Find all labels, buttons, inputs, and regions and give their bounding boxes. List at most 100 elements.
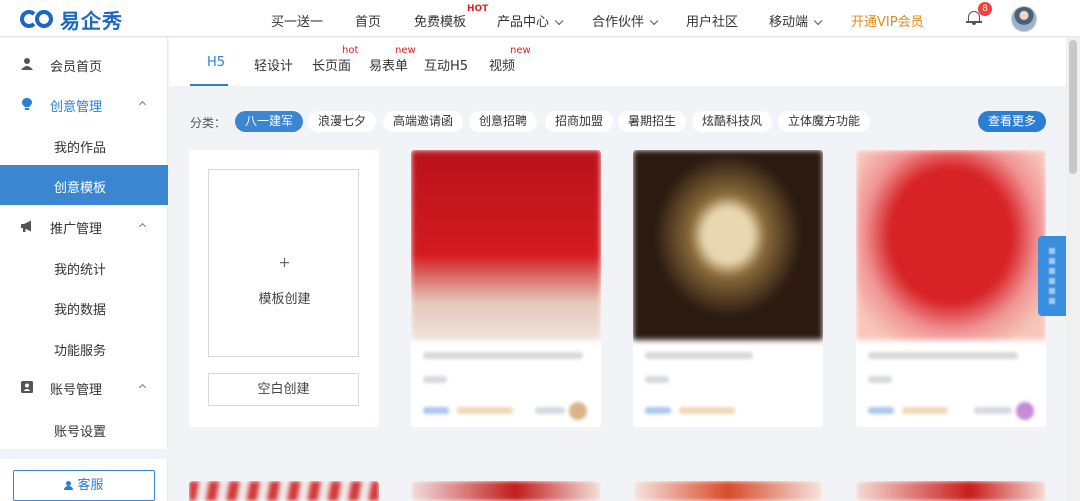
category-chip-cube[interactable]: 立体魔方功能 bbox=[778, 111, 871, 132]
template-card[interactable] bbox=[189, 481, 379, 501]
brand-name: 易企秀 bbox=[60, 8, 123, 33]
sidebar-item-label: 会员首页 bbox=[50, 60, 103, 75]
logo-icon bbox=[20, 8, 58, 30]
template-tag-blur bbox=[645, 407, 671, 414]
sidebar-item-my-data[interactable]: 我的数据 bbox=[0, 287, 168, 327]
category-chip-summer[interactable]: 暑期招生 bbox=[618, 111, 687, 132]
view-more-button[interactable]: 查看更多 bbox=[978, 111, 1046, 132]
template-card[interactable] bbox=[633, 150, 823, 427]
active-tab-underline bbox=[190, 84, 228, 86]
chevron-down-icon bbox=[649, 16, 659, 26]
user-icon bbox=[21, 58, 33, 70]
sidebar-divider bbox=[0, 449, 168, 459]
nav-item-mobile[interactable]: 移动端 bbox=[769, 11, 823, 30]
customer-service-label: 客服 bbox=[77, 478, 104, 493]
sidebar-group-label: 账号管理 bbox=[50, 383, 103, 398]
create-card: + 模板创建 空白创建 bbox=[189, 150, 379, 427]
product-tabs: H5 轻设计 长页面 hot 易表单 new 互动H5 视频 new bbox=[169, 38, 1066, 86]
sidebar-item-home[interactable]: 会员首页 bbox=[0, 44, 168, 84]
hot-badge: hot bbox=[342, 45, 359, 56]
chevron-up-icon bbox=[138, 100, 147, 109]
template-card[interactable] bbox=[633, 481, 823, 501]
floating-side-tab[interactable] bbox=[1038, 236, 1066, 316]
sidebar-group-creative[interactable]: 创意管理 bbox=[0, 84, 168, 124]
tab-h5[interactable]: H5 bbox=[207, 55, 225, 70]
scrollbar-thumb[interactable] bbox=[1069, 40, 1077, 174]
sidebar-group-label: 创意管理 bbox=[50, 100, 103, 115]
nav-item-free-templates[interactable]: 免费模板 bbox=[414, 11, 466, 30]
sidebar-item-label: 账号设置 bbox=[54, 425, 107, 440]
tab-interactive-h5[interactable]: 互动H5 bbox=[424, 55, 468, 74]
nav-item-bogo[interactable]: 买一送一 bbox=[271, 11, 323, 30]
sidebar-item-account-settings[interactable]: 账号设置 bbox=[0, 409, 168, 449]
hot-badge: HOT bbox=[467, 4, 489, 14]
template-card[interactable] bbox=[411, 481, 601, 501]
sidebar-item-label: 我的数据 bbox=[54, 303, 107, 318]
category-chip-invitation[interactable]: 高端邀请函 bbox=[383, 111, 464, 132]
blank-create-button[interactable]: 空白创建 bbox=[208, 373, 359, 406]
chevron-down-icon bbox=[813, 16, 823, 26]
tab-video[interactable]: 视频 bbox=[489, 55, 515, 74]
template-author-blur bbox=[535, 407, 565, 414]
sidebar: 会员首页 创意管理 我的作品 创意模板 推广管理 我的统计 我的数据 功能服务 … bbox=[0, 38, 168, 501]
new-badge: new bbox=[395, 45, 416, 56]
chevron-down-icon bbox=[554, 16, 564, 26]
tab-long-page[interactable]: 长页面 bbox=[312, 55, 351, 74]
floating-side-tab-text bbox=[1049, 248, 1055, 304]
author-avatar bbox=[569, 402, 587, 420]
top-bar: 易企秀 买一送一 首页 免费模板 HOT 产品中心 合作伙伴 用户社区 移动端 … bbox=[0, 0, 1080, 37]
category-chip-franchise[interactable]: 招商加盟 bbox=[545, 111, 614, 132]
template-card[interactable] bbox=[411, 150, 601, 427]
plus-icon: + bbox=[278, 255, 291, 271]
tab-form[interactable]: 易表单 bbox=[369, 55, 408, 74]
template-tag-blur bbox=[679, 407, 735, 414]
template-tag-blur bbox=[902, 407, 948, 414]
template-author-blur bbox=[974, 407, 1012, 414]
sidebar-group-account[interactable]: 账号管理 bbox=[0, 367, 168, 407]
nav-item-vip[interactable]: 开通VIP会员 bbox=[851, 11, 924, 30]
template-meta-blur bbox=[868, 376, 892, 383]
tab-light-design[interactable]: 轻设计 bbox=[254, 55, 293, 74]
template-tag-blur bbox=[423, 407, 449, 414]
template-card[interactable] bbox=[856, 481, 1046, 501]
nav-item-partners-label: 合作伙伴 bbox=[592, 15, 645, 30]
logo[interactable]: 易企秀 bbox=[20, 6, 123, 33]
template-create-label: 模板创建 bbox=[258, 292, 311, 307]
sidebar-item-label: 我的统计 bbox=[54, 263, 107, 278]
author-avatar bbox=[1016, 402, 1034, 420]
template-thumbnail bbox=[189, 481, 379, 501]
nav-item-products[interactable]: 产品中心 bbox=[497, 11, 564, 30]
nav-item-products-label: 产品中心 bbox=[497, 15, 550, 30]
template-thumbnail bbox=[411, 150, 601, 340]
sidebar-item-creative-templates[interactable]: 创意模板 bbox=[0, 165, 168, 205]
sidebar-item-label: 创意模板 bbox=[54, 181, 107, 196]
notification-badge: 8 bbox=[978, 2, 992, 16]
sidebar-item-my-works[interactable]: 我的作品 bbox=[0, 125, 168, 165]
sidebar-item-services[interactable]: 功能服务 bbox=[0, 328, 168, 368]
sidebar-item-label: 功能服务 bbox=[54, 344, 107, 359]
template-tag-blur bbox=[868, 407, 894, 414]
template-card[interactable] bbox=[856, 150, 1046, 427]
nav-item-community[interactable]: 用户社区 bbox=[686, 11, 738, 30]
category-chip-qixi[interactable]: 浪漫七夕 bbox=[308, 111, 377, 132]
template-thumbnail bbox=[411, 481, 601, 501]
nav-item-partners[interactable]: 合作伙伴 bbox=[592, 11, 659, 30]
category-chip-tech[interactable]: 炫酷科技风 bbox=[692, 111, 773, 132]
template-thumbnail bbox=[633, 150, 823, 340]
template-title-blur bbox=[423, 352, 583, 359]
category-chip-army-day[interactable]: 八一建军 bbox=[235, 111, 304, 132]
template-thumbnail bbox=[856, 150, 1046, 340]
scrollbar[interactable] bbox=[1066, 38, 1080, 501]
avatar[interactable] bbox=[1011, 6, 1037, 32]
sidebar-group-label: 推广管理 bbox=[50, 222, 103, 237]
template-title-blur bbox=[645, 352, 753, 359]
nav-item-home[interactable]: 首页 bbox=[355, 11, 381, 30]
category-chip-recruit[interactable]: 创意招聘 bbox=[469, 111, 538, 132]
person-icon bbox=[64, 481, 74, 490]
template-meta-blur bbox=[423, 376, 447, 383]
template-create-button[interactable]: + 模板创建 bbox=[208, 169, 359, 357]
customer-service-button[interactable]: 客服 bbox=[13, 470, 155, 501]
sidebar-item-my-stats[interactable]: 我的统计 bbox=[0, 247, 168, 287]
sidebar-group-promotion[interactable]: 推广管理 bbox=[0, 206, 168, 246]
chevron-up-icon bbox=[138, 383, 147, 392]
